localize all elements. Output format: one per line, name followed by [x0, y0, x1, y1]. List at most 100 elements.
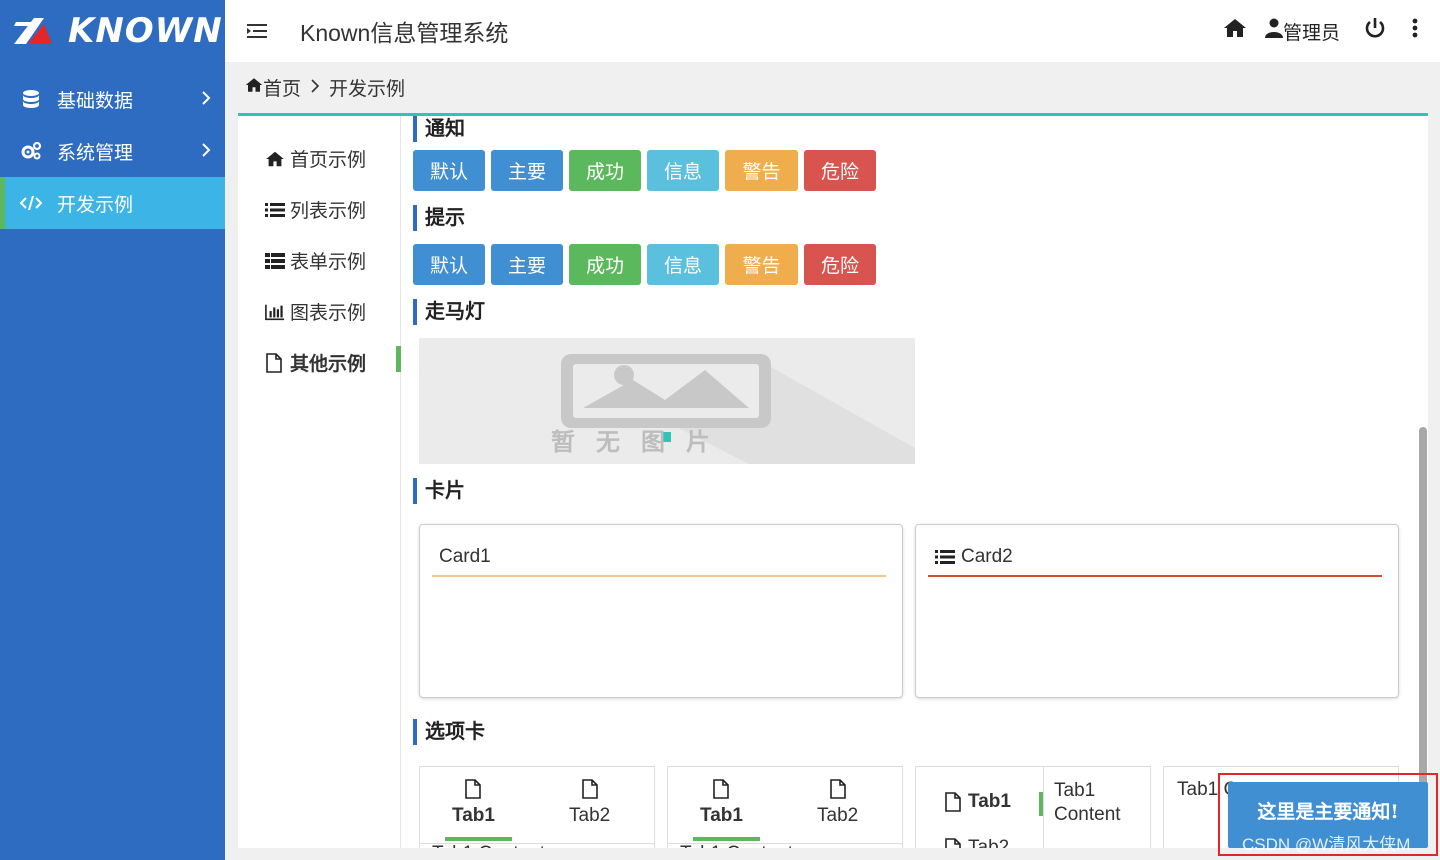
- tab-content-line: Tab1: [1054, 780, 1096, 801]
- tip-danger-button[interactable]: 危险: [804, 244, 876, 285]
- notice-danger-button[interactable]: 危险: [804, 150, 876, 191]
- section-title-notice: 通知: [413, 116, 465, 142]
- file-icon: [712, 779, 730, 805]
- card-1: Card1: [419, 524, 903, 698]
- app-title: Known信息管理系统: [300, 20, 509, 46]
- user-name: 管理员: [1282, 22, 1340, 44]
- home-icon: [1223, 18, 1247, 44]
- tabs-demo-top-2: Tab1 Tab2 Tab1 Content: [667, 766, 903, 848]
- sidebar: KNOWN 基础数据 系统管理 开发示例: [0, 0, 225, 860]
- logo-text: KNOWN: [68, 11, 223, 51]
- subnav-item-home[interactable]: 首页示例: [265, 145, 366, 172]
- home-button[interactable]: [1223, 18, 1247, 44]
- content-panel: 首页示例 列表示例 表单示例 图表示例 其他示例 通知 默认 主要 成功 信息 …: [238, 113, 1428, 848]
- notice-warning-button[interactable]: 警告: [725, 150, 798, 191]
- card-title: Card2: [961, 546, 1013, 567]
- file-icon: [944, 792, 962, 812]
- breadcrumb-home[interactable]: 首页: [263, 74, 301, 101]
- notice-default-button[interactable]: 默认: [413, 150, 485, 191]
- chevron-right-icon: [311, 77, 320, 99]
- subnav-item-label: 列表示例: [290, 201, 367, 222]
- file-icon: [581, 779, 599, 805]
- carousel[interactable]: 暂无图片: [419, 338, 915, 464]
- tip-info-button[interactable]: 信息: [647, 244, 719, 285]
- card-header: Card2: [928, 539, 1382, 577]
- list-icon: [265, 200, 285, 220]
- sidebar-item-dev-examples[interactable]: 开发示例: [0, 177, 225, 229]
- subnav-item-chart[interactable]: 图表示例: [265, 298, 366, 325]
- tab-content: Tab1 Content: [680, 843, 793, 848]
- section-title-marquee: 走马灯: [413, 299, 485, 325]
- section-title-tabs: 选项卡: [413, 719, 485, 745]
- tip-default-button[interactable]: 默认: [413, 244, 485, 285]
- breadcrumb-current: 开发示例: [329, 79, 406, 100]
- tip-warning-button[interactable]: 警告: [725, 244, 798, 285]
- tab-1[interactable]: Tab1: [944, 791, 1011, 813]
- sidebar-item-system[interactable]: 系统管理: [0, 125, 225, 177]
- user-menu-button[interactable]: 管理员: [1264, 18, 1340, 45]
- list-icon: [935, 549, 955, 565]
- tab-active-underline: [445, 837, 512, 841]
- file-icon: [829, 779, 847, 805]
- carousel-placeholder-text: 暂无图片: [551, 429, 731, 456]
- subnav-item-label: 首页示例: [290, 150, 367, 171]
- chevron-right-icon: [201, 142, 211, 164]
- database-icon: [20, 88, 42, 110]
- notice-success-button[interactable]: 成功: [569, 150, 641, 191]
- gears-icon: [20, 140, 42, 162]
- tab-content-line: Content: [1054, 804, 1121, 825]
- breadcrumb: 首页 开发示例: [245, 74, 405, 101]
- tab-2[interactable]: Tab2: [817, 779, 858, 827]
- vertical-ellipsis-icon: [1412, 18, 1418, 44]
- top-header: Known信息管理系统 管理员: [225, 0, 1440, 62]
- chevron-right-icon: [201, 90, 211, 112]
- file-icon: [265, 352, 285, 373]
- home-icon: [265, 149, 285, 169]
- tab-content: Tab1 Content: [1054, 779, 1121, 827]
- subnav-item-label: 其他示例: [290, 354, 367, 375]
- bar-chart-icon: [265, 302, 285, 322]
- subnav-item-other[interactable]: 其他示例: [265, 349, 366, 376]
- tip-success-button[interactable]: 成功: [569, 244, 641, 285]
- tab-2[interactable]: Tab2: [944, 837, 1009, 848]
- card-title: Card1: [439, 546, 491, 567]
- tab-active-underline: [693, 837, 760, 841]
- table-list-icon: [265, 251, 285, 271]
- sidebar-item-label: 基础数据: [57, 90, 134, 112]
- tab-label: Tab2: [817, 805, 859, 826]
- watermark: CSDN @W清风大侠M: [1242, 835, 1411, 854]
- tab-2[interactable]: Tab2: [569, 779, 610, 827]
- subnav-item-form[interactable]: 表单示例: [265, 247, 366, 274]
- notice-primary-button[interactable]: 主要: [491, 150, 563, 191]
- tip-primary-button[interactable]: 主要: [491, 244, 563, 285]
- tab-label: Tab1: [452, 805, 495, 826]
- subnav-item-label: 图表示例: [290, 303, 367, 324]
- subnav-item-list[interactable]: 列表示例: [265, 196, 366, 223]
- tab-content: Tab1 Content: [432, 843, 545, 848]
- user-icon: [1264, 18, 1283, 44]
- card-2: Card2: [915, 524, 1399, 698]
- subnav-active-indicator: [396, 346, 401, 372]
- tabs-demo-left: Tab1 Tab2 Tab1 Content: [915, 766, 1151, 848]
- section-title-tip: 提示: [413, 205, 465, 231]
- tabs-demo-top-1: Tab1 Tab2 Tab1 Content: [419, 766, 655, 848]
- notice-info-button[interactable]: 信息: [647, 150, 719, 191]
- subnav-item-label: 表单示例: [290, 252, 367, 273]
- tab-1[interactable]: Tab1: [452, 779, 495, 827]
- logo[interactable]: KNOWN: [0, 0, 225, 62]
- card-header: Card1: [432, 539, 886, 577]
- more-options-button[interactable]: [1412, 18, 1418, 44]
- tab-label: Tab1: [700, 805, 743, 826]
- sidebar-item-label: 开发示例: [57, 194, 134, 216]
- sidebar-item-basic-data[interactable]: 基础数据: [0, 73, 225, 125]
- home-icon: [245, 77, 263, 99]
- code-icon: [20, 192, 42, 214]
- logout-button[interactable]: [1364, 17, 1386, 45]
- tab-active-indicator: [1039, 792, 1043, 816]
- tab-label: Tab2: [968, 837, 1010, 848]
- power-icon: [1364, 17, 1386, 45]
- section-title-card: 卡片: [413, 478, 465, 504]
- menu-toggle-icon[interactable]: [247, 22, 267, 40]
- vertical-scrollbar[interactable]: [1419, 427, 1427, 812]
- tab-1[interactable]: Tab1: [700, 779, 743, 827]
